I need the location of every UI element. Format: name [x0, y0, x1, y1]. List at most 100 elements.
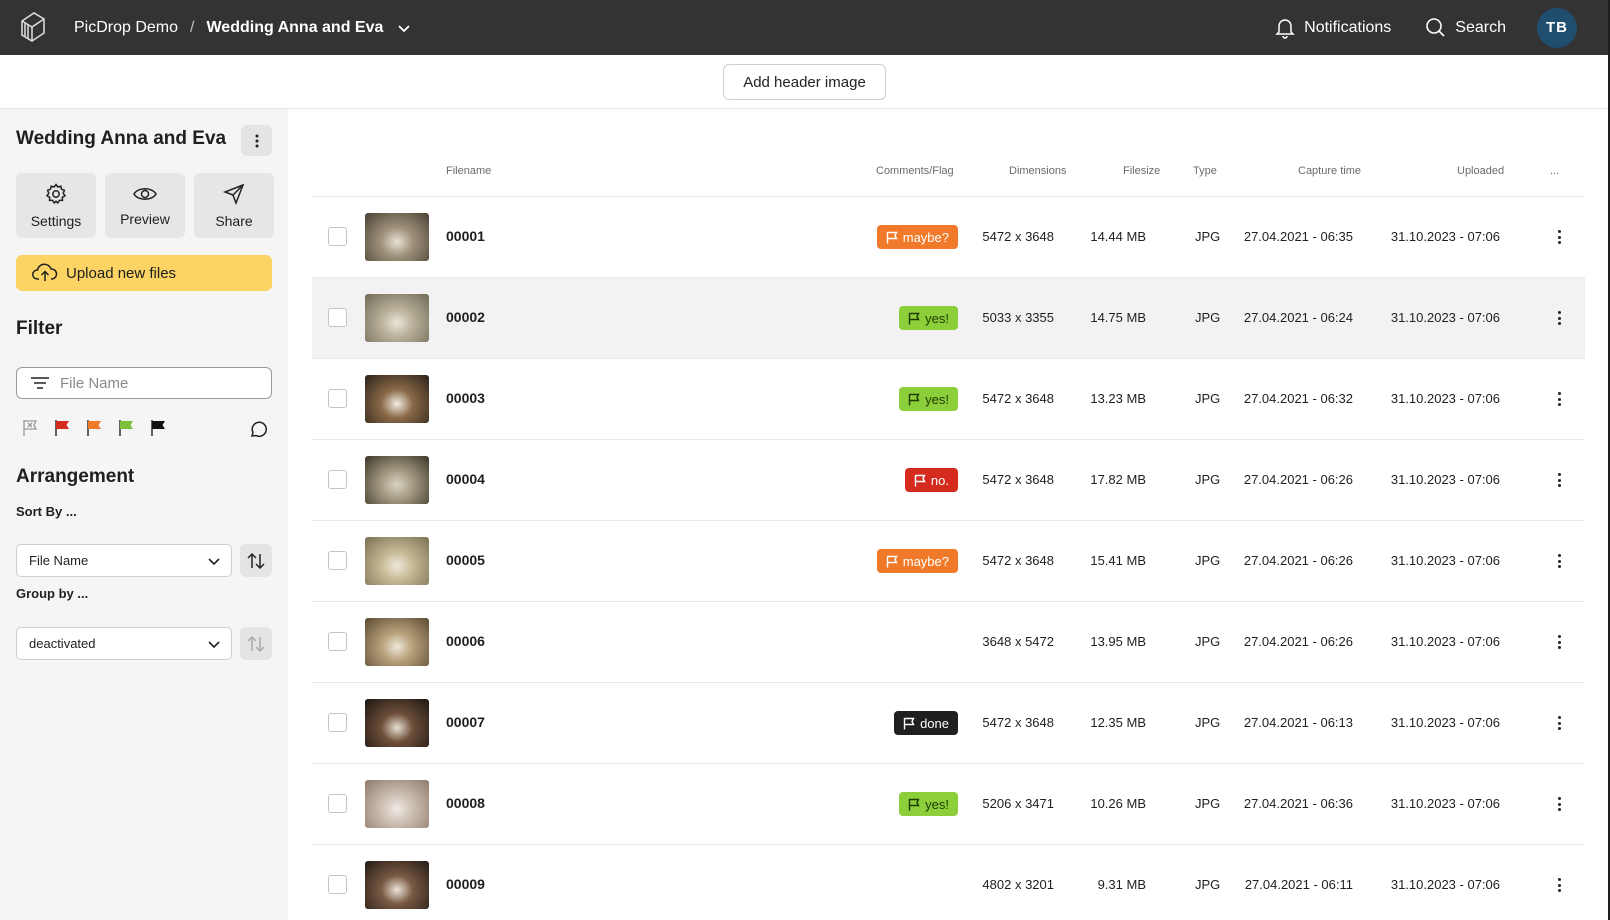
file-name[interactable]: 00005: [446, 552, 485, 568]
flag-badge[interactable]: no.: [904, 468, 958, 492]
flag-filter-none-icon[interactable]: [21, 419, 39, 437]
filename-filter-input[interactable]: [60, 374, 250, 392]
row-checkbox[interactable]: [328, 713, 347, 732]
settings-button[interactable]: Settings: [16, 173, 96, 238]
flag-label: maybe?: [902, 553, 949, 569]
flag-badge[interactable]: maybe?: [876, 549, 958, 573]
row-more-icon[interactable]: [1553, 875, 1565, 895]
file-thumbnail[interactable]: [365, 780, 429, 828]
preview-button[interactable]: Preview: [105, 173, 185, 238]
row-more-icon[interactable]: [1553, 632, 1565, 652]
file-thumbnail[interactable]: [365, 375, 429, 423]
flag-badge[interactable]: yes!: [899, 306, 958, 330]
column-filename[interactable]: Filename: [446, 165, 491, 177]
flag-badge[interactable]: yes!: [899, 387, 958, 411]
picdrop-logo-icon[interactable]: [16, 11, 48, 45]
file-size: 17.82 MB: [1090, 472, 1146, 487]
file-name[interactable]: 00009: [446, 876, 485, 892]
chevron-down-icon[interactable]: [397, 21, 411, 35]
column-uploaded[interactable]: Uploaded: [1457, 165, 1504, 177]
row-more-icon[interactable]: [1553, 470, 1565, 490]
file-thumbnail[interactable]: [365, 861, 429, 909]
row-more-icon[interactable]: [1553, 308, 1565, 328]
more-vertical-icon: [255, 134, 258, 147]
file-thumbnail[interactable]: [365, 618, 429, 666]
column-filesize[interactable]: Filesize: [1123, 165, 1160, 177]
flag-filter-red-icon[interactable]: [53, 419, 71, 437]
flag-filter-green-icon[interactable]: [117, 419, 135, 437]
column-comments-flag[interactable]: Comments/Flag: [876, 165, 954, 177]
file-dimensions: 5033 x 3355: [982, 310, 1054, 325]
row-checkbox[interactable]: [328, 308, 347, 327]
row-checkbox[interactable]: [328, 794, 347, 813]
table-row[interactable]: 00005 maybe? 5472 x 3648 15.41 MB JPG 27…: [312, 520, 1585, 601]
file-name[interactable]: 00003: [446, 390, 485, 406]
share-button[interactable]: Share: [194, 173, 274, 238]
file-thumbnail[interactable]: [365, 294, 429, 342]
flag-badge[interactable]: maybe?: [876, 225, 958, 249]
breadcrumb-workspace[interactable]: PicDrop Demo: [74, 19, 178, 37]
column-capture-time[interactable]: Capture time: [1298, 165, 1361, 177]
column-more[interactable]: ...: [1550, 165, 1559, 177]
breadcrumb-gallery[interactable]: Wedding Anna and Eva: [206, 19, 383, 37]
group-direction-button[interactable]: [240, 627, 272, 660]
flag-filter-black-icon[interactable]: [149, 419, 167, 437]
table-row[interactable]: 00004 no. 5472 x 3648 17.82 MB JPG 27.04…: [312, 439, 1585, 520]
row-more-icon[interactable]: [1553, 794, 1565, 814]
row-checkbox[interactable]: [328, 227, 347, 246]
table-row[interactable]: 00003 yes! 5472 x 3648 13.23 MB JPG 27.0…: [312, 358, 1585, 439]
flag-filter-orange-icon[interactable]: [85, 419, 103, 437]
file-size: 13.95 MB: [1090, 634, 1146, 649]
table-row[interactable]: 00009 4802 x 3201 9.31 MB JPG 27.04.2021…: [312, 844, 1585, 920]
flag-badge[interactable]: done: [894, 711, 958, 735]
row-checkbox[interactable]: [328, 389, 347, 408]
file-type: JPG: [1195, 796, 1221, 811]
row-more-icon[interactable]: [1553, 227, 1565, 247]
upload-new-files-button[interactable]: Upload new files: [16, 255, 272, 291]
file-name[interactable]: 00004: [446, 471, 485, 487]
group-by-select[interactable]: deactivated: [16, 627, 232, 660]
capture-time: 27.04.2021 - 06:26: [1243, 472, 1353, 487]
row-checkbox[interactable]: [328, 875, 347, 894]
file-name[interactable]: 00002: [446, 309, 485, 325]
uploaded-time: 31.10.2023 - 07:06: [1390, 877, 1500, 892]
gallery-menu-button[interactable]: [241, 125, 272, 156]
row-checkbox[interactable]: [328, 632, 347, 651]
file-name[interactable]: 00008: [446, 795, 485, 811]
file-name[interactable]: 00007: [446, 714, 485, 730]
flag-icon: [908, 312, 920, 324]
file-name[interactable]: 00001: [446, 228, 485, 244]
row-more-icon[interactable]: [1553, 551, 1565, 571]
file-name[interactable]: 00006: [446, 633, 485, 649]
table-row[interactable]: 00001 maybe? 5472 x 3648 14.44 MB JPG 27…: [312, 196, 1585, 277]
table-row[interactable]: 00008 yes! 5206 x 3471 10.26 MB JPG 27.0…: [312, 763, 1585, 844]
sort-by-label: Sort By ...: [16, 504, 77, 519]
file-thumbnail[interactable]: [365, 456, 429, 504]
sort-direction-button[interactable]: [240, 544, 272, 577]
table-row[interactable]: 00006 3648 x 5472 13.95 MB JPG 27.04.202…: [312, 601, 1585, 682]
filter-field[interactable]: [16, 367, 272, 399]
flag-filter-group: [21, 419, 167, 437]
file-thumbnail[interactable]: [365, 537, 429, 585]
column-dimensions[interactable]: Dimensions: [1009, 165, 1066, 177]
column-type[interactable]: Type: [1193, 165, 1217, 177]
row-checkbox[interactable]: [328, 551, 347, 570]
row-more-icon[interactable]: [1553, 389, 1565, 409]
row-more-icon[interactable]: [1553, 713, 1565, 733]
comment-filter-icon[interactable]: [248, 419, 268, 439]
add-header-image-button[interactable]: Add header image: [723, 64, 886, 100]
breadcrumb: PicDrop Demo / Wedding Anna and Eva: [74, 0, 411, 55]
uploaded-time: 31.10.2023 - 07:06: [1390, 229, 1500, 244]
table-row[interactable]: 00007 done 5472 x 3648 12.35 MB JPG 27.0…: [312, 682, 1585, 763]
sort-by-select[interactable]: File Name: [16, 544, 232, 577]
avatar[interactable]: TB: [1537, 7, 1577, 48]
search-button[interactable]: Search: [1425, 17, 1506, 38]
notifications-button[interactable]: Notifications: [1275, 17, 1391, 39]
table-row[interactable]: 00002 yes! 5033 x 3355 14.75 MB JPG 27.0…: [312, 277, 1585, 358]
file-thumbnail[interactable]: [365, 699, 429, 747]
file-dimensions: 4802 x 3201: [982, 877, 1054, 892]
file-thumbnail[interactable]: [365, 213, 429, 261]
capture-time: 27.04.2021 - 06:26: [1243, 634, 1353, 649]
row-checkbox[interactable]: [328, 470, 347, 489]
flag-badge[interactable]: yes!: [899, 792, 958, 816]
